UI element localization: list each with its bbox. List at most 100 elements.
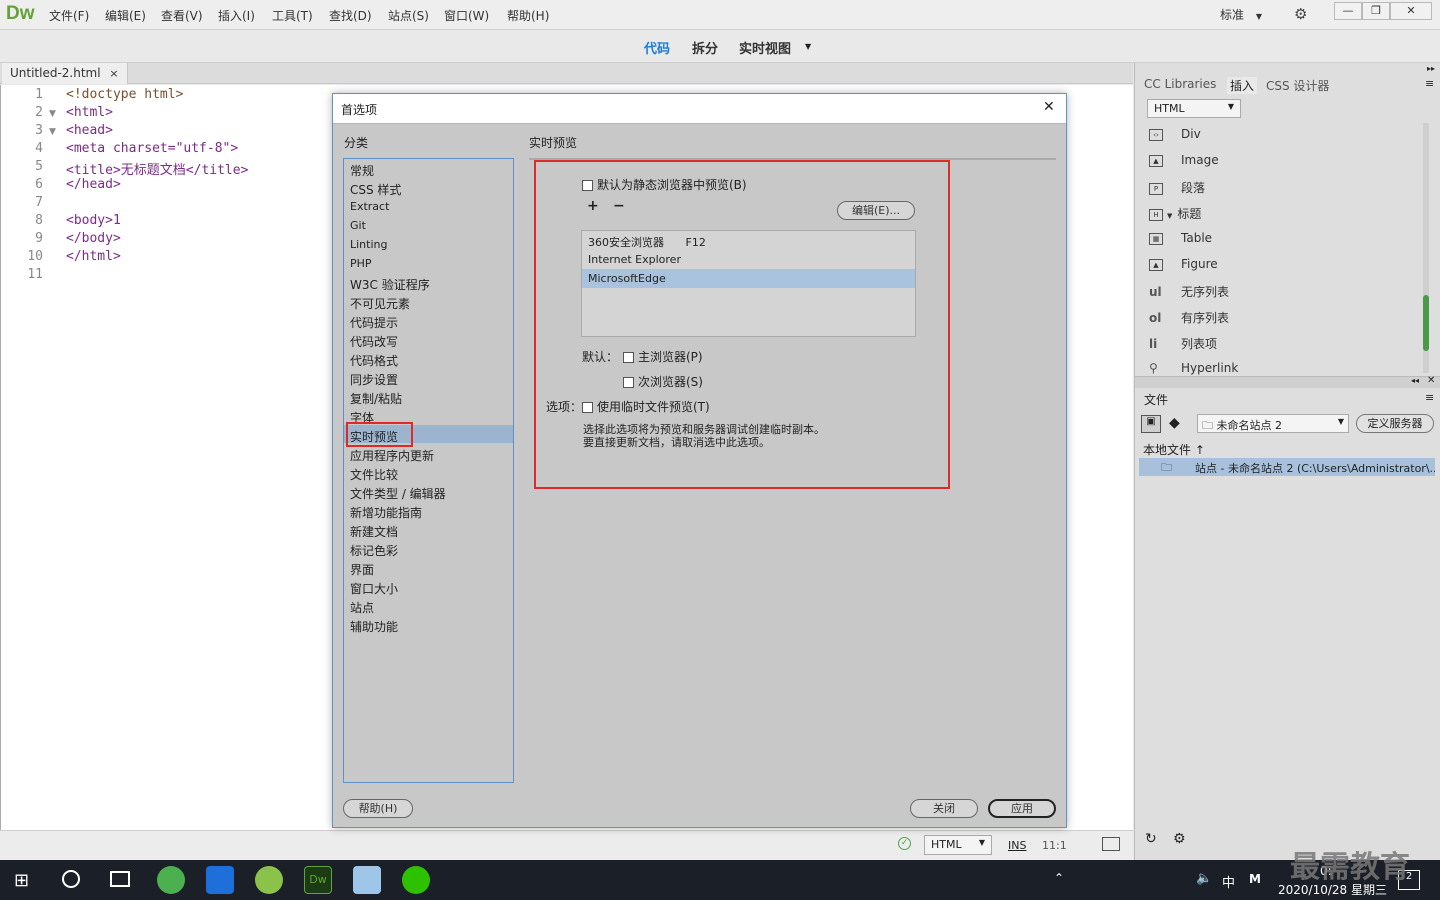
workspace-switcher[interactable]: 标准 ▼ xyxy=(1220,6,1262,23)
category-item[interactable]: 代码改写 xyxy=(350,333,398,350)
define-server-button[interactable]: 定义服务器 xyxy=(1356,414,1434,433)
browser-360-icon[interactable] xyxy=(157,866,185,894)
help-button[interactable]: 帮助(H) xyxy=(343,799,413,818)
volume-icon[interactable]: 🔈 xyxy=(1196,871,1212,886)
browser-row[interactable]: Internet Explorer xyxy=(582,250,915,269)
secondary-browser-checkbox[interactable] xyxy=(623,377,634,388)
category-item[interactable]: CSS 样式 xyxy=(350,181,401,198)
code-view-button[interactable]: 代码 xyxy=(644,38,670,57)
tab-css-designer[interactable]: CSS 设计器 xyxy=(1266,77,1329,94)
category-item[interactable]: W3C 验证程序 xyxy=(350,276,430,293)
menu-tools[interactable]: 工具(T) xyxy=(272,7,313,24)
browser-list[interactable]: 360安全浏览器 F12 Internet Explorer Microsoft… xyxy=(581,230,916,337)
static-preview-option[interactable]: 默认为静态浏览器中预览(B) xyxy=(582,176,747,193)
insert-figure[interactable]: ▲ Figure xyxy=(1149,257,1218,277)
menu-edit[interactable]: 编辑(E) xyxy=(105,7,146,24)
category-item[interactable]: 辅助功能 xyxy=(350,618,398,635)
wps-icon[interactable] xyxy=(206,866,234,894)
category-item[interactable]: 标记色彩 xyxy=(350,542,398,559)
category-item[interactable]: 窗口大小 xyxy=(350,580,398,597)
insert-ol[interactable]: ol 有序列表 xyxy=(1149,309,1229,329)
document-tab[interactable]: Untitled-2.html × xyxy=(2,63,128,84)
dialog-close-button[interactable]: ✕ xyxy=(1043,99,1055,115)
category-list[interactable]: 常规 CSS 样式 Extract Git Linting PHP W3C 验证… xyxy=(343,158,514,783)
sync-icon[interactable]: ◆ xyxy=(1169,415,1180,431)
category-item[interactable]: 文件比较 xyxy=(350,466,398,483)
category-item[interactable]: 新增功能指南 xyxy=(350,504,422,521)
collapse-arrows-icon[interactable]: ▸▸ xyxy=(1427,64,1435,73)
language-select[interactable]: HTML ▼ xyxy=(924,835,992,855)
app-green-icon[interactable] xyxy=(255,866,283,894)
category-item[interactable]: Linting xyxy=(350,238,387,251)
insert-scrollbar[interactable] xyxy=(1423,123,1429,373)
expand-icon[interactable]: ⚙ xyxy=(1173,831,1186,847)
static-preview-checkbox[interactable] xyxy=(582,180,593,191)
category-item[interactable]: 代码格式 xyxy=(350,352,398,369)
insert-ul[interactable]: ul 无序列表 xyxy=(1149,283,1229,303)
site-row[interactable]: 🗀 站点 - 未命名站点 2 (C:\Users\Administrator\.… xyxy=(1139,458,1435,476)
close-icon[interactable]: ✕ xyxy=(1427,375,1435,386)
category-item[interactable]: 界面 xyxy=(350,561,374,578)
apply-button[interactable]: 应用 xyxy=(988,799,1056,818)
site-select[interactable]: 🗀 未命名站点 2 ▼ xyxy=(1197,414,1349,433)
panel-menu-icon[interactable]: ≡ xyxy=(1425,77,1434,90)
menu-insert[interactable]: 插入(I) xyxy=(218,7,255,24)
category-item[interactable]: 不可见元素 xyxy=(350,295,410,312)
temp-file-checkbox[interactable] xyxy=(582,402,593,413)
ime-mode-indicator[interactable]: M xyxy=(1249,872,1261,886)
insert-div[interactable]: ‹› Div xyxy=(1149,127,1201,147)
menu-view[interactable]: 查看(V) xyxy=(161,7,203,24)
tab-insert[interactable]: 插入 xyxy=(1227,77,1258,94)
remove-browser-button[interactable]: − xyxy=(613,198,625,214)
category-item[interactable]: 常规 xyxy=(350,162,374,179)
windows-start-icon[interactable]: ⊞ xyxy=(14,870,29,891)
dreamweaver-task-icon[interactable]: Dw xyxy=(304,866,332,894)
search-icon[interactable] xyxy=(62,870,80,888)
minimize-button[interactable]: — xyxy=(1334,2,1362,20)
category-item[interactable]: 同步设置 xyxy=(350,371,398,388)
live-view-button[interactable]: 实时视图 xyxy=(739,38,791,57)
category-item[interactable]: 站点 xyxy=(350,599,374,616)
insert-li[interactable]: li 列表项 xyxy=(1149,335,1217,355)
maximize-button[interactable]: ❐ xyxy=(1362,2,1390,20)
insert-table[interactable]: ▦ Table xyxy=(1149,231,1212,251)
category-item[interactable]: 新建文档 xyxy=(350,523,398,540)
insert-image[interactable]: ▲ Image xyxy=(1149,153,1219,173)
ime-indicator[interactable]: 中 xyxy=(1222,872,1235,891)
temp-file-option[interactable]: 使用临时文件预览(T) xyxy=(582,398,710,415)
preview-icon[interactable] xyxy=(1102,837,1120,851)
menu-window[interactable]: 窗口(W) xyxy=(444,7,489,24)
category-item[interactable]: 复制/粘贴 xyxy=(350,390,402,407)
scrollbar-thumb[interactable] xyxy=(1423,295,1429,351)
tab-cc-libraries[interactable]: CC Libraries xyxy=(1144,77,1216,91)
insert-paragraph[interactable]: P 段落 xyxy=(1149,179,1205,199)
category-item[interactable]: Extract xyxy=(350,200,389,213)
chevron-down-icon[interactable]: ▼ xyxy=(805,42,811,51)
task-view-icon[interactable] xyxy=(110,871,130,887)
split-view-button[interactable]: 拆分 xyxy=(692,38,718,57)
connect-icon[interactable]: ▣ xyxy=(1141,415,1161,433)
menu-site[interactable]: 站点(S) xyxy=(388,7,429,24)
tab-files[interactable]: 文件 xyxy=(1144,391,1168,408)
secondary-browser-option[interactable]: 次浏览器(S) xyxy=(623,373,703,390)
insert-mode[interactable]: INS xyxy=(1008,839,1026,852)
insert-heading[interactable]: H ▼ 标题 xyxy=(1149,205,1201,225)
refresh-icon[interactable]: ↻ xyxy=(1145,831,1157,847)
wechat-icon[interactable] xyxy=(402,866,430,894)
browser-row[interactable]: 360安全浏览器 F12 xyxy=(582,231,915,250)
close-dialog-button[interactable]: 关闭 xyxy=(910,799,978,818)
category-item[interactable]: 应用程序内更新 xyxy=(350,447,434,464)
category-item[interactable]: PHP xyxy=(350,257,372,270)
menu-find[interactable]: 查找(D) xyxy=(329,7,372,24)
fold-triangle-icon[interactable]: ▼ xyxy=(49,109,56,119)
edit-browser-button[interactable]: 编辑(E)... xyxy=(837,201,915,220)
menu-help[interactable]: 帮助(H) xyxy=(507,7,549,24)
tray-chevron-icon[interactable]: ⌃ xyxy=(1054,871,1064,885)
notepad-icon[interactable] xyxy=(353,866,381,894)
collapse-icon[interactable]: ◂◂ xyxy=(1411,376,1419,385)
menu-file[interactable]: 文件(F) xyxy=(49,7,89,24)
category-item[interactable]: 文件类型 / 编辑器 xyxy=(350,485,446,502)
category-item[interactable]: Git xyxy=(350,219,366,232)
browser-row-selected[interactable]: MicrosoftEdge xyxy=(582,269,915,288)
category-item[interactable]: 代码提示 xyxy=(350,314,398,331)
